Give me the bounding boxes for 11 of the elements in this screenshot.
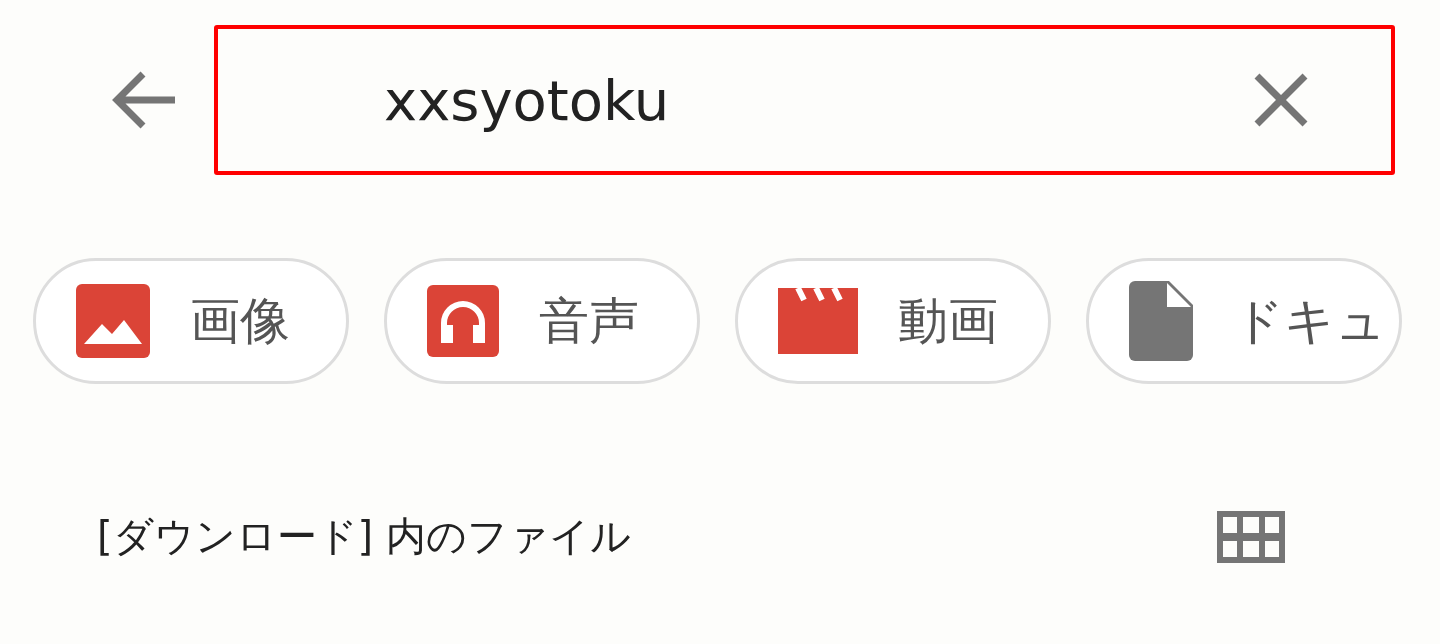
filter-chip[interactable]: ドキュ [1086,258,1402,384]
image-icon [76,284,150,358]
section-title: [ダウンロード] 内のファイル [97,512,631,561]
search-field[interactable]: xxsyotoku [214,25,1395,175]
headphones-icon [427,285,499,357]
grid-view-button[interactable] [1217,510,1285,563]
document-icon [1129,281,1193,361]
filter-chip[interactable]: 動画 [735,258,1051,384]
filter-chip[interactable]: 画像 [33,258,349,384]
clapperboard-icon [778,288,858,354]
filter-chip[interactable]: 音声 [384,258,700,384]
